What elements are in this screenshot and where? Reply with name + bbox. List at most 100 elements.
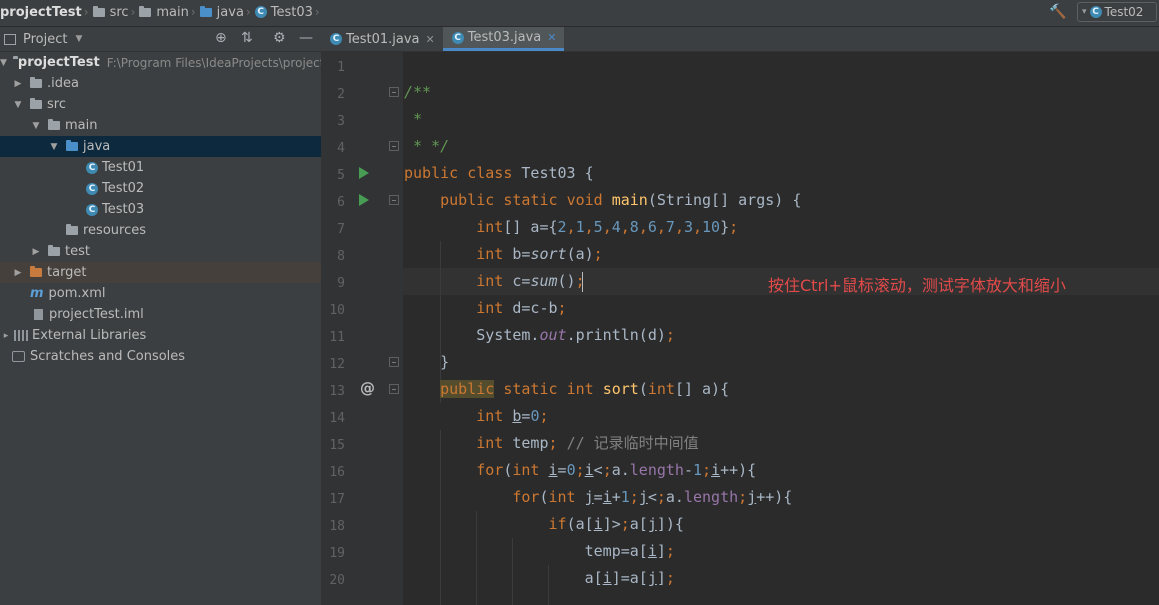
line-number: 16: [329, 465, 345, 480]
project-view-selector[interactable]: Project: [23, 32, 67, 47]
tree-item-scratches[interactable]: Scratches and Consoles: [0, 346, 321, 367]
tree-item-test01[interactable]: C Test01: [0, 157, 321, 178]
chevron-right-icon: ›: [245, 5, 251, 19]
breadcrumb-test03[interactable]: C Test03 ›: [254, 5, 324, 20]
tree-item-main[interactable]: ▼ main: [0, 115, 321, 136]
tree-item-idea[interactable]: ▶ .idea: [0, 73, 321, 94]
breadcrumb: projectTest › src › main › java › C Test03 ›: [0, 0, 324, 24]
annotation-text: 按住Ctrl+鼠标滚动，测试字体放大和缩小: [768, 276, 1066, 295]
tree-item-external-libraries[interactable]: ▸ External Libraries: [0, 325, 321, 346]
project-tool-window: Project ▼ ⊕ ⇅ ⚙ — ▼ projectTest F:\Progr…: [0, 27, 348, 605]
code-line: if(a[i]>;a[j]){: [548, 515, 684, 533]
code-line: public class Test03 {: [404, 164, 594, 182]
source-folder-icon: [199, 5, 212, 17]
project-view-icon: [4, 33, 16, 45]
code-line: * */: [404, 137, 450, 155]
project-panel-header: Project ▼ ⊕ ⇅ ⚙ —: [0, 27, 321, 52]
line-number: 11: [329, 330, 345, 345]
tree-item-projecttest[interactable]: ▼ projectTest F:\Program Files\IdeaProje…: [0, 52, 348, 73]
chevron-down-icon: ▾: [1082, 7, 1087, 17]
collapse-all-icon[interactable]: ⇅: [241, 30, 253, 46]
fold-marker-icon[interactable]: [389, 141, 399, 151]
tree-item-pom[interactable]: m pom.xml: [0, 283, 321, 304]
run-class-icon[interactable]: [359, 167, 369, 179]
build-hammer-icon[interactable]: 🔨: [1049, 4, 1066, 20]
line-number: 2: [337, 87, 345, 102]
fold-marker-icon[interactable]: [389, 384, 399, 394]
breadcrumb-java[interactable]: java ›: [199, 5, 255, 20]
code-editor[interactable]: /** * * */ public class Test03 { public s…: [403, 52, 1159, 605]
code-line: }: [404, 353, 450, 371]
folder-icon: [48, 119, 60, 130]
java-class-icon: C: [86, 203, 98, 216]
folder-icon: [92, 5, 105, 17]
code-line: int c=sum();: [476, 272, 585, 290]
line-number: 10: [329, 303, 345, 318]
tree-item-test03[interactable]: C Test03: [0, 199, 321, 220]
code-line: temp=a[i];: [404, 542, 675, 560]
chevron-down-icon[interactable]: ▼: [75, 34, 82, 44]
close-icon[interactable]: ✕: [547, 31, 556, 44]
fold-marker-icon[interactable]: [389, 195, 399, 205]
folder-icon: [30, 77, 42, 88]
tab-test01[interactable]: C Test01.java ✕: [321, 27, 443, 51]
tree-item-resources[interactable]: resources: [0, 220, 321, 241]
folder-icon: [30, 98, 42, 109]
gear-icon[interactable]: ⚙: [273, 30, 286, 46]
expand-arrow-icon[interactable]: ▼: [0, 58, 7, 68]
line-number: 8: [337, 249, 345, 264]
collapse-arrow-icon[interactable]: ▸: [0, 331, 12, 341]
code-line: int b=0;: [476, 407, 549, 425]
locate-target-icon[interactable]: ⊕: [215, 30, 227, 46]
code-line: public static int sort(int[] a){: [440, 380, 730, 398]
java-class-icon: C: [451, 31, 464, 44]
tree-item-target[interactable]: ▶ target: [0, 262, 321, 283]
tree-item-test[interactable]: ▶ test: [0, 241, 321, 262]
run-configuration-select[interactable]: ▾ C Test02: [1077, 2, 1157, 22]
chevron-right-icon: ›: [130, 5, 136, 19]
expand-arrow-icon[interactable]: ▼: [12, 100, 24, 110]
tree-item-iml[interactable]: projectTest.iml: [0, 304, 321, 325]
line-number: 9: [337, 276, 345, 291]
collapse-arrow-icon[interactable]: ▶: [12, 79, 24, 89]
code-line: *: [404, 110, 423, 128]
tree-item-java[interactable]: ▼ java: [0, 136, 321, 157]
code-line: public static void main(String[] args) {: [440, 191, 802, 209]
java-class-icon: C: [86, 161, 98, 174]
minimize-icon[interactable]: —: [299, 30, 313, 46]
close-icon[interactable]: ✕: [426, 33, 435, 46]
fold-marker-icon[interactable]: [389, 87, 399, 97]
breadcrumb-project[interactable]: projectTest ›: [0, 5, 93, 20]
resources-folder-icon: [66, 224, 78, 235]
chevron-right-icon: ›: [314, 5, 320, 19]
code-line: int[] a={2,1,5,4,8,6,7,3,10};: [476, 218, 739, 236]
override-annotation-icon[interactable]: @: [360, 379, 375, 397]
collapse-arrow-icon[interactable]: ▶: [12, 268, 24, 278]
expand-arrow-icon[interactable]: ▼: [30, 121, 42, 131]
chevron-right-icon: ›: [83, 5, 89, 19]
expand-arrow-icon[interactable]: ▼: [48, 142, 60, 152]
maven-icon: m: [30, 286, 44, 301]
editor-tab-bar: C Test01.java ✕ C Test03.java ✕: [321, 27, 1159, 52]
source-folder-icon: [66, 140, 78, 151]
project-tree: ▼ projectTest F:\Program Files\IdeaProje…: [0, 52, 348, 367]
breadcrumb-src[interactable]: src ›: [92, 5, 140, 20]
code-line: for(int i=0;i<;a.length-1;i++){: [476, 461, 757, 479]
line-number: 7: [337, 222, 345, 237]
line-number: 14: [329, 411, 345, 426]
fold-marker-icon[interactable]: [389, 357, 399, 367]
line-number: 19: [329, 546, 345, 561]
run-main-icon[interactable]: [359, 194, 369, 206]
code-line: for(int j=i+1;j<;a.length;j++){: [512, 488, 793, 506]
collapse-arrow-icon[interactable]: ▶: [30, 247, 42, 257]
chevron-right-icon: ›: [190, 5, 196, 19]
tab-test03[interactable]: C Test03.java ✕: [442, 27, 565, 51]
excluded-folder-icon: [30, 266, 42, 277]
line-number: 12: [329, 357, 345, 372]
library-icon: [14, 330, 28, 341]
breadcrumb-main[interactable]: main ›: [139, 5, 199, 20]
tree-item-test02[interactable]: C Test02: [0, 178, 321, 199]
code-line: System.out.println(d);: [404, 326, 675, 344]
tree-item-src[interactable]: ▼ src: [0, 94, 321, 115]
java-class-icon: C: [86, 182, 98, 195]
